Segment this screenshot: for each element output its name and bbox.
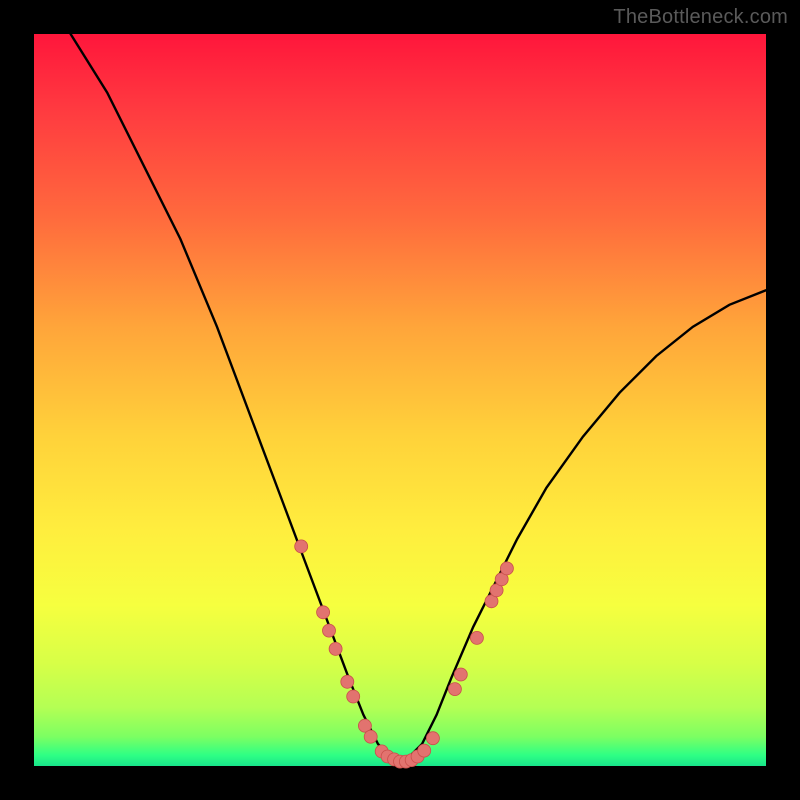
curve-marker (323, 624, 336, 637)
curve-marker (329, 642, 342, 655)
curve-marker (341, 675, 354, 688)
curve-marker (317, 606, 330, 619)
bottleneck-curve (71, 34, 766, 762)
curve-marker (418, 744, 431, 757)
chart-frame: TheBottleneck.com (0, 0, 800, 800)
curve-marker (295, 540, 308, 553)
curve-marker (454, 668, 467, 681)
chart-svg (34, 34, 766, 766)
plot-area (34, 34, 766, 766)
curve-marker (347, 690, 360, 703)
curve-marker (426, 732, 439, 745)
curve-marker (470, 631, 483, 644)
curve-marker (364, 730, 377, 743)
watermark-text: TheBottleneck.com (613, 6, 788, 29)
curve-marker (500, 562, 513, 575)
curve-marker (448, 683, 461, 696)
curve-markers (295, 540, 514, 768)
